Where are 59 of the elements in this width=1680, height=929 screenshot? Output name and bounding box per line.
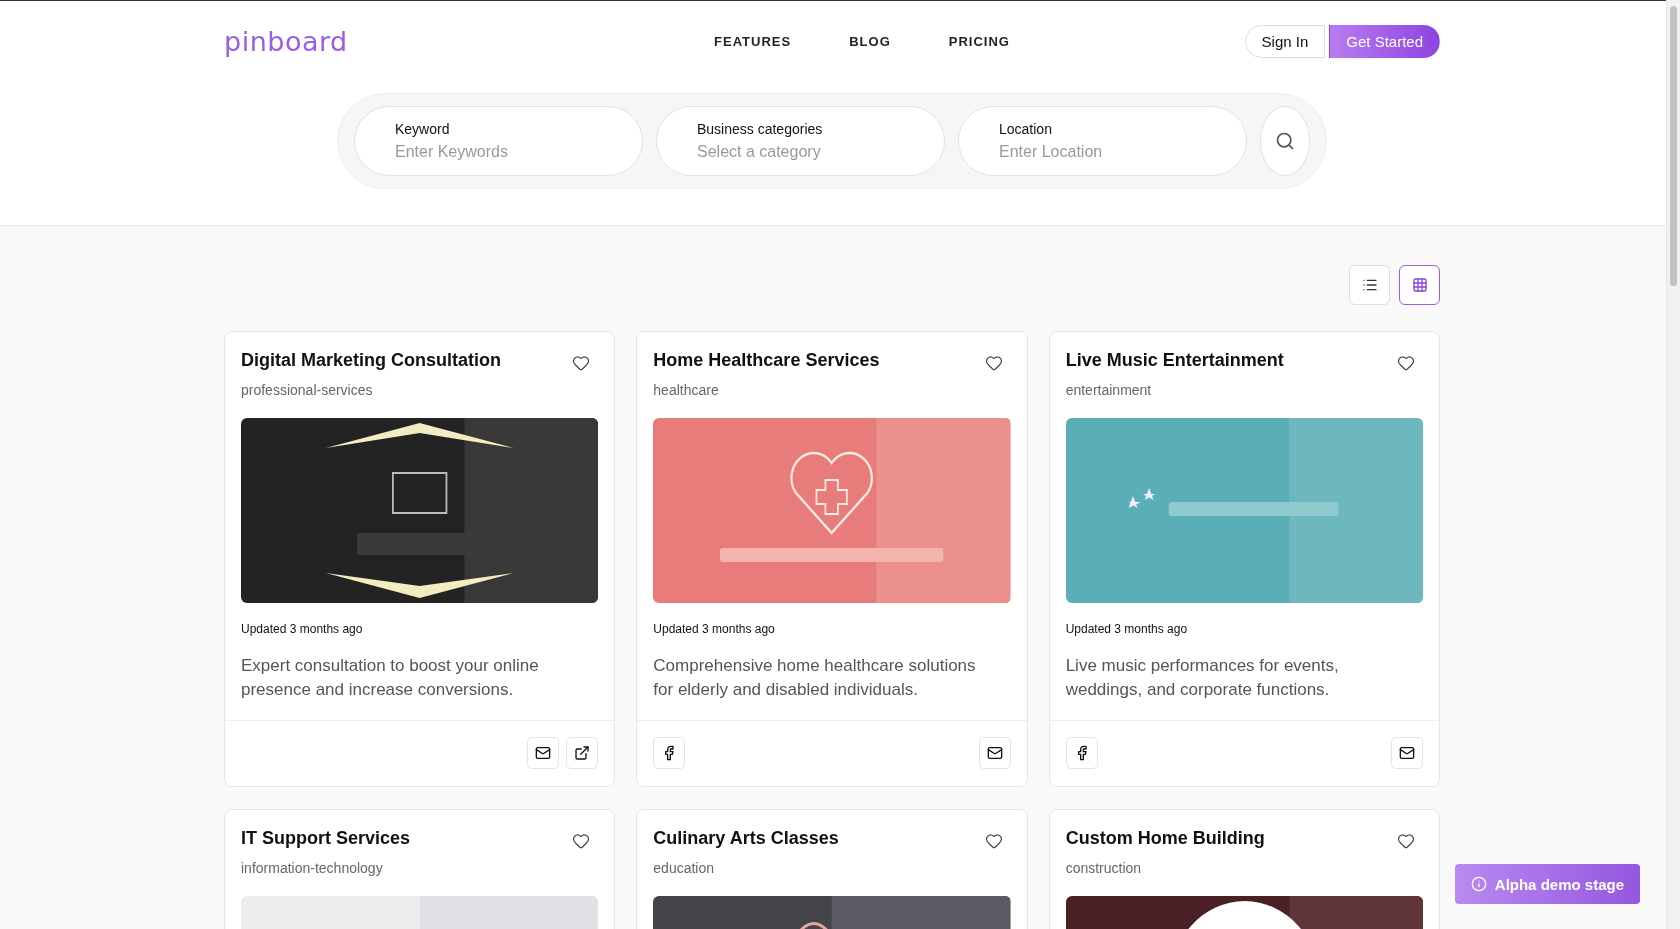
listing-category: entertainment	[1065, 382, 1153, 398]
updated-time: Updated 3 months ago	[653, 622, 776, 636]
listing-title[interactable]: Home Healthcare Services	[653, 350, 880, 371]
listing-category: information-technology	[241, 860, 384, 876]
email-button[interactable]	[978, 737, 1011, 769]
listing-title[interactable]: Custom Home Building	[1065, 828, 1265, 849]
listing-category: construction	[1065, 860, 1143, 876]
updated-time: Updated 3 months ago	[241, 622, 364, 636]
heart-icon[interactable]	[572, 832, 591, 850]
email-button[interactable]	[1391, 737, 1423, 769]
listing-description: Expert consultation to boost your online presence and increase conversions.	[241, 655, 540, 701]
listing-title[interactable]: Live Music Entertainment	[1065, 350, 1284, 371]
alpha-stage-badge[interactable]: Alpha demo stage	[1454, 864, 1640, 904]
info-icon	[1470, 876, 1487, 892]
nav-link[interactable]: FEATURES	[714, 33, 792, 49]
mail-icon	[535, 745, 552, 761]
heart-icon[interactable]	[984, 354, 1003, 372]
sign-in-button[interactable]: Sign In	[1244, 24, 1326, 58]
external-link-button[interactable]	[566, 737, 599, 769]
search-field[interactable]: Business categories Select a category	[656, 106, 945, 176]
updated-time: Updated 3 months ago	[1065, 622, 1189, 636]
text-input[interactable]: Select a category	[697, 143, 904, 161]
email-button[interactable]	[527, 737, 560, 769]
text-input[interactable]: Enter Location	[999, 143, 1206, 161]
mail-icon	[1399, 745, 1415, 761]
heart-icon[interactable]	[1397, 832, 1415, 850]
facebook-button[interactable]	[1065, 737, 1098, 769]
listing-category: professional-services	[241, 382, 374, 398]
listing-title[interactable]: Digital Marketing Consultation	[241, 350, 501, 371]
mail-icon	[986, 745, 1003, 761]
listing-title[interactable]: Culinary Arts Classes	[653, 828, 839, 849]
list-view-button[interactable]	[1349, 265, 1390, 305]
listing-category: healthcare	[653, 382, 720, 398]
heart-icon[interactable]	[572, 354, 591, 372]
facebook-button[interactable]	[653, 737, 686, 769]
search-field[interactable]: Keyword Enter Keywords	[354, 106, 643, 176]
external-link-icon	[574, 745, 591, 761]
search-icon	[1275, 131, 1295, 151]
listing-description: Comprehensive home healthcare solutions for elderly and disabled individuals.	[653, 655, 977, 701]
scrollbar[interactable]	[1666, 0, 1680, 929]
heart-icon[interactable]	[984, 832, 1003, 850]
badge-label: Alpha demo stage	[1494, 875, 1624, 893]
grid-icon	[1411, 277, 1428, 293]
list-icon	[1361, 277, 1378, 293]
search-button[interactable]	[1260, 106, 1310, 176]
text-input[interactable]: Enter Keywords	[395, 143, 602, 161]
nav-link[interactable]: PRICING	[948, 33, 1010, 49]
field-label: Location	[999, 121, 1053, 137]
field-label: Business categories	[697, 121, 824, 137]
nav-link[interactable]: BLOG	[849, 33, 891, 49]
listing-category: education	[653, 860, 716, 876]
field-label: Keyword	[395, 121, 451, 137]
logo[interactable]: pinboard	[224, 25, 524, 57]
listing-description: Live music performances for events, weddings, and corporate functions.	[1065, 655, 1340, 701]
listing-title[interactable]: IT Support Services	[241, 828, 411, 849]
grid-view-button[interactable]	[1399, 265, 1440, 305]
search-field[interactable]: Location Enter Location	[958, 106, 1247, 176]
heart-icon[interactable]	[1397, 354, 1415, 372]
get-started-button[interactable]: Get Started	[1329, 24, 1440, 58]
